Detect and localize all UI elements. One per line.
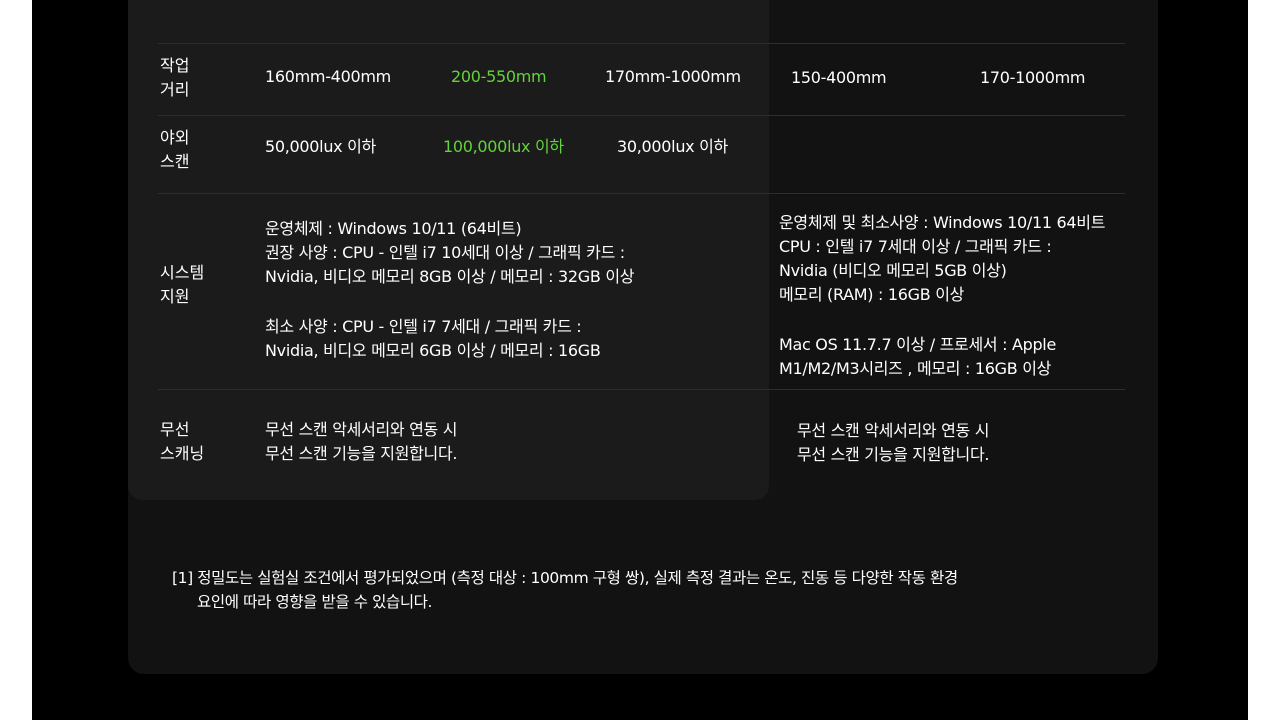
row-label-system-support: 시스템 지원 [160, 263, 205, 306]
row-label-working-distance: 작업 거리 [160, 56, 190, 99]
row-label-outdoor-scan: 야외 스캔 [160, 128, 190, 171]
system-support-left-minimum: 최소 사양 : CPU - 인텔 i7 7세대 / 그래픽 카드 : Nvidi… [265, 317, 601, 360]
working-distance-value-4: 150-400mm [791, 68, 887, 87]
row-divider [158, 389, 1125, 390]
page-background: 작업 거리 160mm-400mm 200-550mm 170mm-1000mm… [32, 0, 1248, 720]
working-distance-value-3: 170mm-1000mm [605, 67, 741, 86]
wireless-scanning-right: 무선 스캔 악세서리와 연동 시 무선 스캔 기능을 지원합니다. [797, 421, 990, 464]
spec-comparison-panel: 작업 거리 160mm-400mm 200-550mm 170mm-1000mm… [128, 0, 1158, 674]
system-support-right-mac: Mac OS 11.7.7 이상 / 프로세서 : Apple M1/M2/M3… [779, 335, 1056, 378]
working-distance-value-5: 170-1000mm [980, 68, 1086, 87]
wireless-scanning-left: 무선 스캔 악세서리와 연동 시 무선 스캔 기능을 지원합니다. [265, 420, 458, 463]
outdoor-scan-value-2: 100,000lux 이하 [443, 137, 564, 156]
working-distance-value-2: 200-550mm [451, 67, 547, 86]
outdoor-scan-value-3: 30,000lux 이하 [617, 137, 728, 156]
system-support-left-recommended: 운영체제 : Windows 10/11 (64비트) 권장 사양 : CPU … [265, 219, 635, 286]
row-divider [158, 115, 1125, 116]
system-support-right-windows: 운영체제 및 최소사양 : Windows 10/11 64비트 CPU : 인… [779, 213, 1106, 304]
footnote: [1] 정밀도는 실험실 조건에서 평가되었으며 (측정 대상 : 100mm … [172, 569, 958, 611]
working-distance-value-1: 160mm-400mm [265, 67, 391, 86]
row-label-wireless-scanning: 무선 스캐닝 [160, 420, 205, 463]
row-divider [158, 43, 1125, 44]
row-divider [158, 193, 1125, 194]
outdoor-scan-value-1: 50,000lux 이하 [265, 137, 376, 156]
